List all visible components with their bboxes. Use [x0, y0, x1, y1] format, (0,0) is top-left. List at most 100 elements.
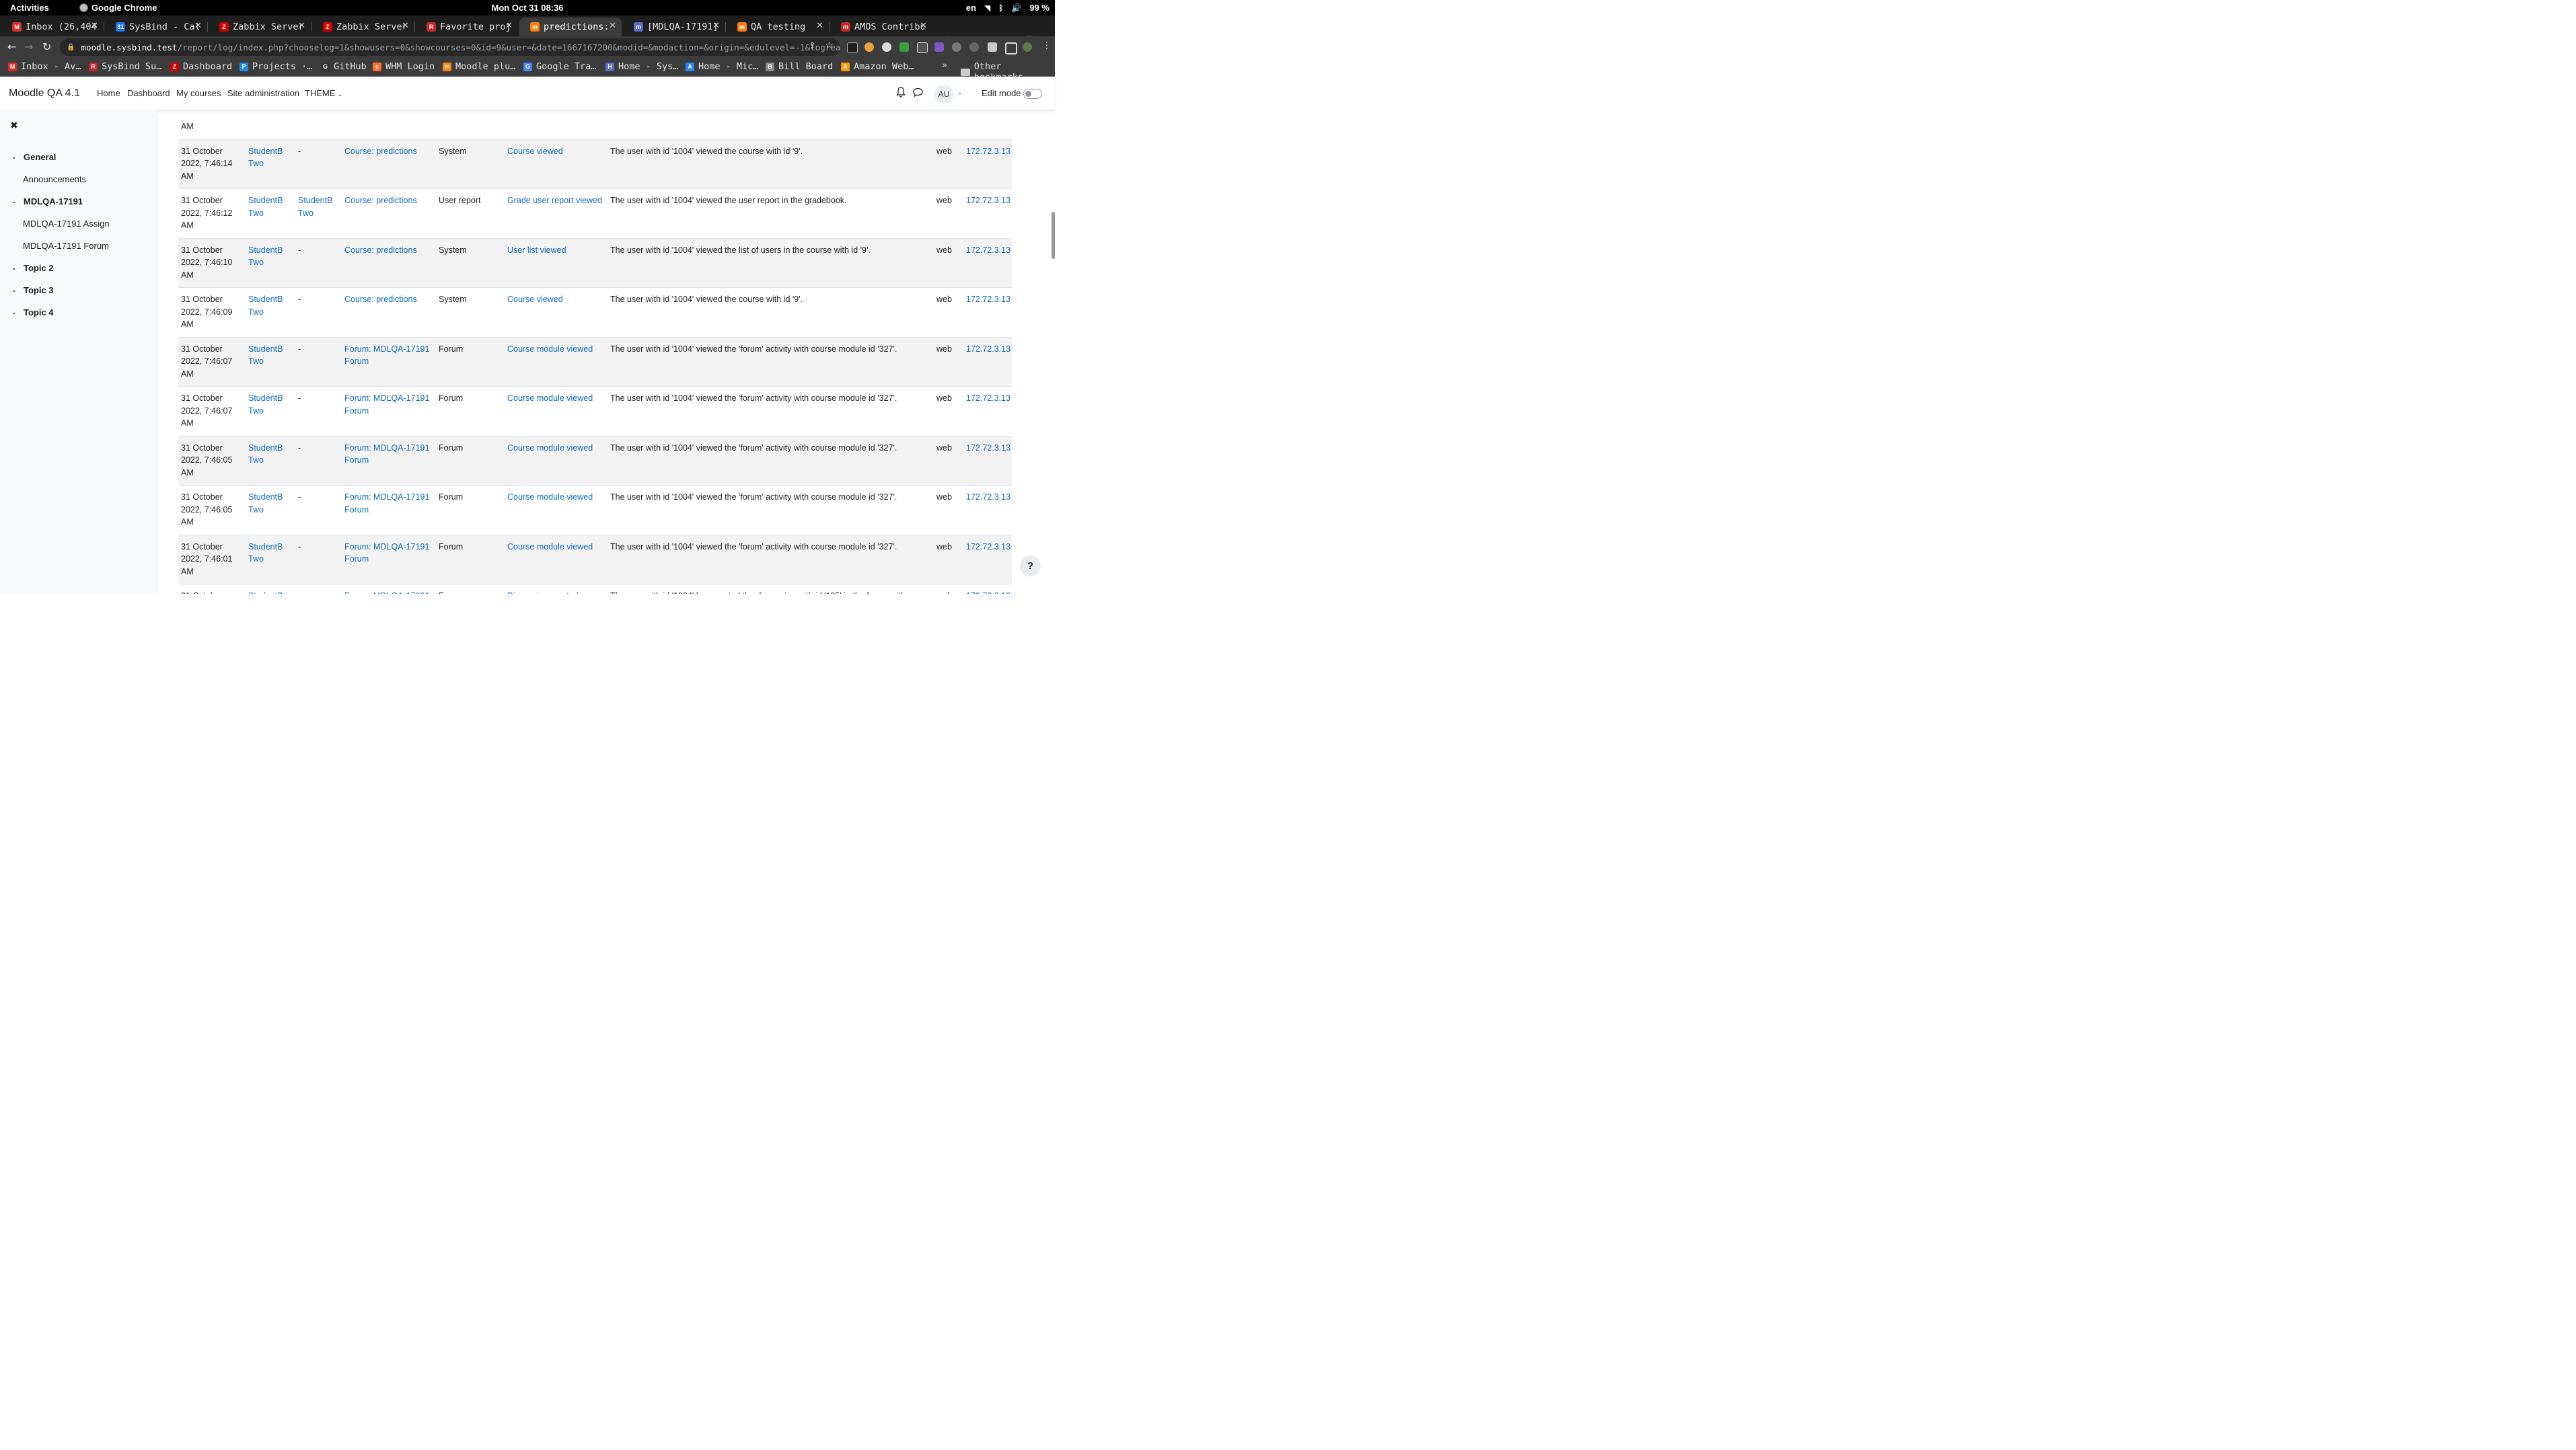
ip-address-link[interactable]: 172.72.3.13 [966, 344, 1010, 354]
extension-icon[interactable] [864, 42, 874, 52]
extension-icon[interactable] [952, 42, 961, 52]
event-context-link[interactable]: Forum: MDLQA-17191Forum [344, 591, 429, 594]
event-context-link[interactable]: Course: predictions [344, 147, 417, 156]
affected-user[interactable]: StudentB Two [298, 196, 332, 218]
bookmark-item[interactable]: G Google Tra… [523, 61, 596, 72]
event-name-link[interactable]: Course module viewed [507, 393, 593, 403]
user-link[interactable]: StudentBTwo [248, 245, 283, 268]
course-index-item[interactable]: Announcements [23, 174, 86, 184]
user-link[interactable]: StudentBTwo [248, 393, 283, 416]
tab-close-icon[interactable]: ✕ [298, 21, 305, 31]
nav-my-courses[interactable]: My courses [176, 88, 221, 98]
ip-address-link[interactable]: 172.72.3.13 [966, 295, 1010, 304]
bookmark-item[interactable]: Z Dashboard [170, 61, 232, 72]
bookmark-item[interactable]: A Home - Mic… [686, 61, 758, 72]
help-button[interactable]: ? [1020, 556, 1041, 576]
event-name-link[interactable]: Discussion created [507, 591, 579, 594]
course-section[interactable]: ⌄ General [11, 152, 56, 162]
tab-close-icon[interactable]: ✕ [505, 21, 513, 31]
user-link[interactable]: StudentBTwo [248, 344, 283, 367]
ip-address-link[interactable]: 172.72.3.13 [966, 245, 1010, 255]
chrome-menu-icon[interactable]: ⋮ [1042, 40, 1052, 51]
profile-avatar-icon[interactable] [1023, 42, 1032, 52]
browser-tab[interactable]: M Inbox (26,404 ✕ [1, 17, 104, 36]
bookmark-item[interactable]: M Inbox - Av… [8, 61, 81, 72]
nav-home[interactable]: Home [97, 88, 120, 98]
tab-close-icon[interactable]: ✕ [194, 21, 202, 31]
event-context-link[interactable]: Course: predictions [344, 295, 417, 304]
browser-tab[interactable]: m AMOS Contribu ✕ [830, 17, 932, 36]
extension-icon[interactable] [882, 42, 891, 52]
ip-address-link[interactable]: 172.72.3.13 [966, 542, 1010, 551]
user-avatar[interactable]: AU [934, 85, 953, 104]
more-bookmarks-button[interactable]: » [942, 61, 947, 71]
extension-icon[interactable] [917, 42, 928, 53]
nav-site-administration[interactable]: Site administration [227, 88, 299, 98]
event-name-link[interactable]: Course module viewed [507, 492, 593, 502]
address-bar[interactable]: 🔒 moodle.sysbind.test/report/log/index.p… [60, 38, 840, 56]
extension-icon[interactable] [899, 42, 909, 52]
user-link[interactable]: StudentBTwo [248, 542, 283, 564]
edit-mode-toggle[interactable] [1023, 89, 1042, 99]
user-link[interactable]: StudentBTwo [248, 147, 283, 169]
chevron-down-icon[interactable]: ⌄ [11, 287, 24, 294]
app-menu[interactable]: Google Chrome [79, 3, 157, 13]
event-context-link[interactable]: Forum: MDLQA-17191Forum [344, 443, 429, 465]
close-drawer-icon[interactable]: ✖ [10, 120, 18, 131]
course-index-item[interactable]: MDLQA-17191 Forum [23, 241, 109, 251]
bookmark-star-icon[interactable]: ☆ [825, 40, 834, 51]
bookmark-item[interactable]: R SysBind Su… [89, 61, 161, 72]
nav-dashboard[interactable]: Dashboard [127, 88, 170, 98]
site-name[interactable]: Moodle QA 4.1 [9, 87, 80, 100]
user-link[interactable]: StudentBTwo [248, 492, 283, 514]
event-context-link[interactable]: Forum: MDLQA-17191Forum [344, 344, 429, 367]
browser-tab[interactable]: m QA testing ✕ [727, 17, 829, 36]
event-context-link[interactable]: Course: predictions [344, 245, 417, 255]
tab-close-icon[interactable]: ✕ [920, 21, 927, 31]
scrollbar-thumb[interactable] [1052, 212, 1055, 259]
extension-icon[interactable] [934, 42, 944, 52]
activities-button[interactable]: Activities [10, 3, 49, 13]
event-name-link[interactable]: Course module viewed [507, 344, 593, 354]
chevron-down-icon[interactable]: ⌄ [11, 309, 24, 316]
chevron-down-icon[interactable]: ⌄ [11, 265, 24, 272]
event-name-link[interactable]: User list viewed [507, 245, 566, 255]
browser-tab[interactable]: m predictions: ✕ [519, 17, 622, 36]
browser-tab[interactable]: m [MDLQA-17191] ✕ [623, 17, 725, 36]
ip-address-link[interactable]: 172.72.3.13 [966, 443, 1010, 453]
bookmark-item[interactable]: P Projects ·… [240, 61, 312, 72]
ip-address-link[interactable]: 172.72.3.13 [966, 147, 1010, 156]
bookmark-item[interactable]: G GitHub [321, 61, 367, 72]
back-icon[interactable]: ← [7, 40, 16, 53]
course-section[interactable]: ⌄ Topic 4 [11, 307, 54, 317]
bookmark-item[interactable]: B Bill Board [766, 61, 833, 72]
tab-close-icon[interactable]: ✕ [91, 21, 98, 31]
course-section[interactable]: ⌄ Topic 3 [11, 285, 54, 295]
ip-address-link[interactable]: 172.72.3.13 [966, 492, 1010, 502]
language-indicator[interactable]: en [966, 3, 976, 13]
reload-icon[interactable]: ↻ [42, 40, 51, 53]
event-name-link[interactable]: Grade user report viewed [507, 196, 602, 205]
notifications-bell-icon[interactable] [896, 87, 906, 98]
event-context-link[interactable]: Forum: MDLQA-17191Forum [344, 542, 429, 564]
chevron-down-icon[interactable]: ⌄ [11, 198, 24, 205]
event-name-link[interactable]: Course viewed [507, 147, 563, 156]
tab-close-icon[interactable]: ✕ [712, 21, 720, 31]
ip-address-link[interactable]: 172.72.3.13 [966, 591, 1010, 594]
event-context-link[interactable]: Course: predictions [344, 196, 417, 205]
event-context-link[interactable]: Forum: MDLQA-17191Forum [344, 393, 429, 416]
puzzle-icon[interactable] [988, 42, 997, 52]
chevron-down-icon[interactable]: ⌄ [11, 154, 24, 161]
share-icon[interactable]: ⇪ [809, 41, 816, 51]
ip-address-link[interactable]: 172.72.3.13 [966, 196, 1010, 205]
user-link[interactable]: StudentBTwo [248, 196, 283, 218]
bookmark-item[interactable]: m Moodle plu… [443, 61, 515, 72]
user-link[interactable]: StudentBTwo [248, 443, 283, 465]
course-section[interactable]: ⌄ MDLQA-17191 [11, 196, 83, 206]
tab-close-icon[interactable]: ✕ [402, 21, 409, 31]
user-link[interactable]: StudentBTwo [248, 295, 283, 317]
extension-icon[interactable] [969, 42, 979, 52]
clock[interactable]: Mon Oct 31 08:36 [492, 3, 564, 13]
side-panel-icon[interactable] [1005, 42, 1017, 54]
bookmark-item[interactable]: A Amazon Web… [841, 61, 914, 72]
